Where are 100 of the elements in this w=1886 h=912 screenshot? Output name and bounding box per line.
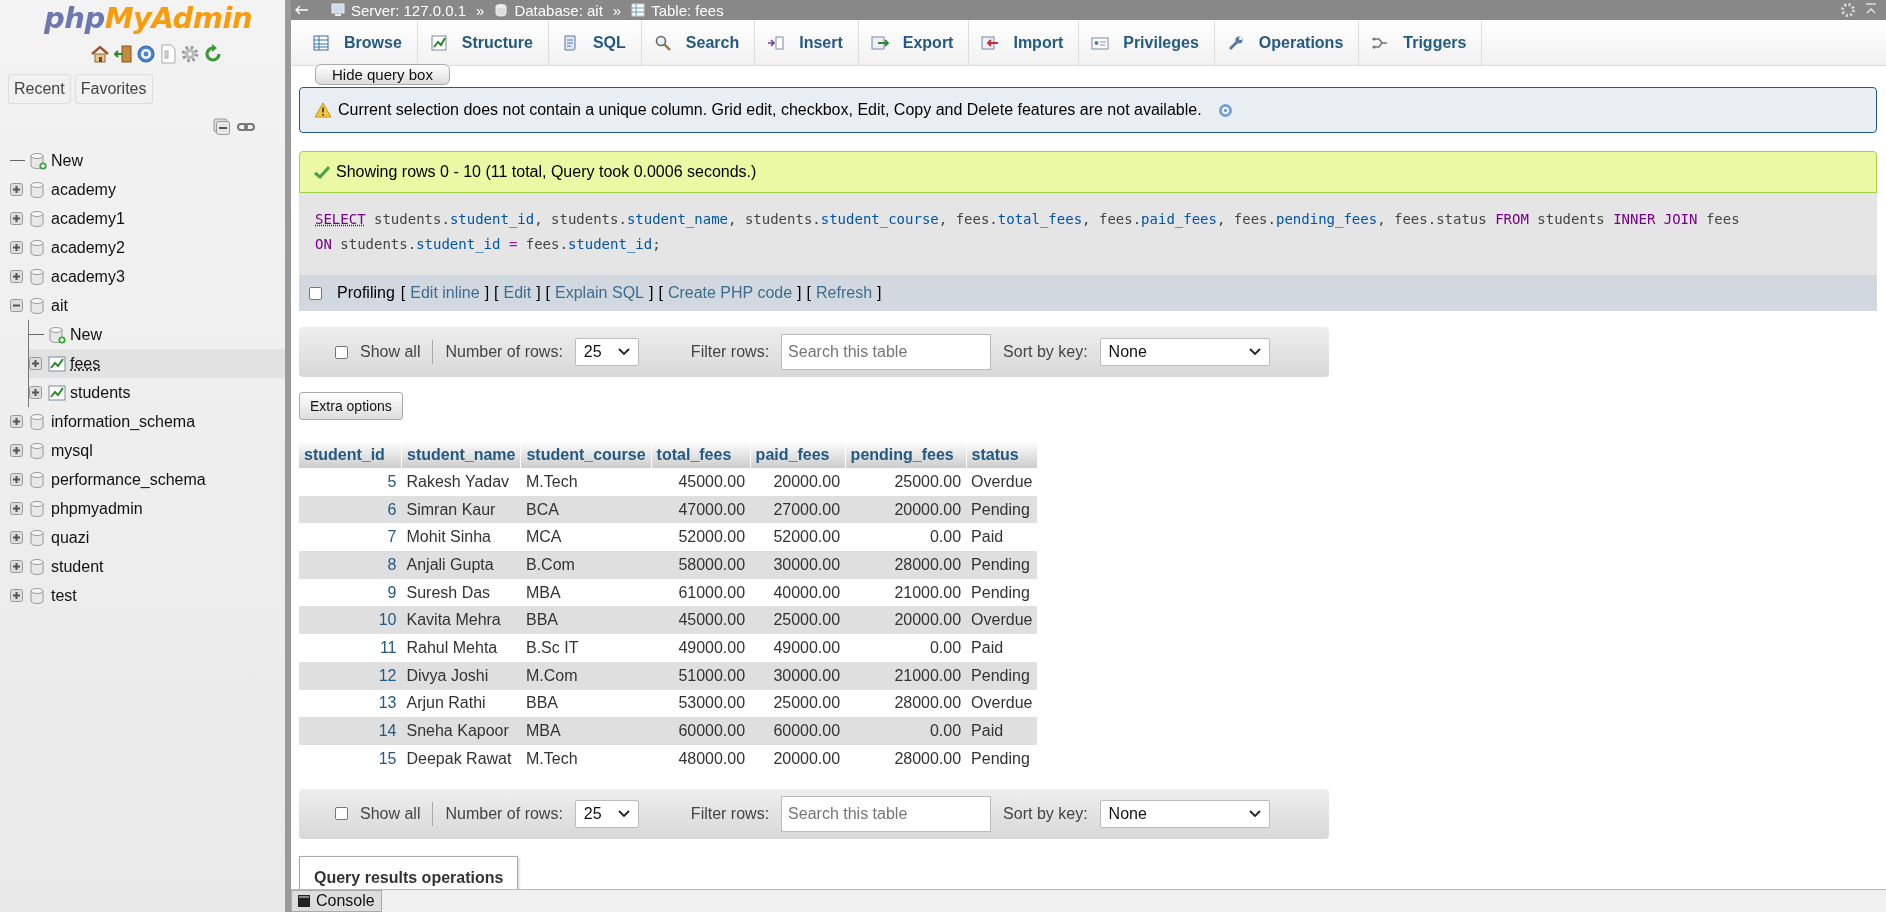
tree-item-label[interactable]: academy3 — [51, 267, 125, 286]
collapse-all-icon[interactable] — [213, 118, 231, 136]
tree-item[interactable]: test — [10, 581, 285, 610]
profiling-link[interactable]: Explain SQL — [555, 284, 644, 302]
show-all-label[interactable]: Show all — [360, 804, 421, 823]
expand-icon[interactable] — [10, 560, 25, 573]
tree-item-label[interactable]: test — [51, 586, 77, 605]
bracket: ] — [484, 284, 490, 302]
sidebar-tab[interactable]: Favorites — [74, 74, 153, 104]
column-header[interactable]: paid_fees — [750, 441, 846, 468]
tab[interactable]: Operations — [1214, 20, 1360, 65]
tree-item[interactable]: academy — [10, 175, 285, 204]
help-icon[interactable] — [136, 44, 156, 64]
column-header[interactable]: total_fees — [651, 441, 751, 468]
sort-select[interactable]: None — [1099, 338, 1270, 366]
tree-item[interactable]: quazi — [10, 523, 285, 552]
collapse-icon[interactable] — [10, 299, 25, 312]
link-icon[interactable] — [237, 121, 255, 133]
breadcrumb-link[interactable]: Table: fees — [651, 1, 724, 19]
tree-item-label[interactable]: New — [51, 151, 83, 170]
tree-item-label[interactable]: mysql — [51, 441, 93, 460]
expand-icon[interactable] — [10, 415, 25, 428]
filter-field[interactable]: Search this table — [781, 795, 992, 832]
hide-query-button[interactable]: Hide query box — [315, 64, 450, 85]
tree-item-label[interactable]: students — [70, 383, 131, 402]
expand-icon[interactable] — [29, 357, 44, 370]
tree-item-label[interactable]: academy1 — [51, 209, 125, 228]
tree-item-label[interactable]: fees — [70, 354, 101, 373]
tree-item[interactable]: New — [10, 146, 285, 175]
tree-item[interactable]: academy1 — [10, 204, 285, 233]
expand-icon[interactable] — [10, 473, 25, 486]
profiling-link[interactable]: Refresh — [816, 284, 873, 302]
sidebar-tab[interactable]: Recent — [8, 74, 71, 104]
tree-item-label[interactable]: information_schema — [51, 412, 196, 431]
column-header[interactable]: status — [966, 441, 1038, 468]
sort-select[interactable]: None — [1099, 799, 1270, 828]
tree-item[interactable]: mysql — [10, 436, 285, 465]
settings-icon[interactable] — [180, 44, 200, 64]
tree-item[interactable]: students — [29, 378, 285, 407]
tree-item-label[interactable]: academy2 — [51, 238, 125, 257]
tab[interactable]: Export — [858, 20, 970, 65]
tab[interactable]: Import — [969, 20, 1080, 65]
tree-item[interactable]: information_schema — [10, 407, 285, 436]
tree-item[interactable]: academy3 — [10, 262, 285, 291]
rows-select[interactable]: 25 — [574, 338, 639, 366]
tree-item-label[interactable]: ait — [51, 296, 68, 315]
tree-item[interactable]: ait — [10, 291, 285, 320]
rows-select[interactable]: 25 — [574, 799, 639, 828]
tree-item[interactable]: academy2 — [10, 233, 285, 262]
table-cell: 49000.00 — [750, 634, 846, 662]
exit-door-icon[interactable] — [113, 44, 133, 64]
tree-item-label[interactable]: academy — [51, 180, 116, 199]
tree-item-label[interactable]: phpmyadmin — [51, 499, 143, 518]
show-all-checkbox[interactable] — [335, 345, 348, 359]
expand-icon[interactable] — [10, 270, 25, 283]
expand-icon[interactable] — [10, 212, 25, 225]
expand-icon[interactable] — [10, 531, 25, 544]
home-icon[interactable] — [90, 44, 110, 64]
column-header[interactable]: pending_fees — [845, 441, 967, 468]
tab[interactable]: Insert — [755, 20, 859, 65]
database-icon — [29, 586, 47, 605]
profiling-link[interactable]: Edit — [503, 284, 532, 302]
column-header[interactable]: student_id — [299, 441, 402, 468]
tab[interactable]: SQL — [548, 20, 642, 65]
tree-item-label[interactable]: New — [70, 325, 102, 344]
profiling-link[interactable]: Create PHP code — [667, 284, 793, 302]
tree-item-label[interactable]: performance_schema — [51, 470, 206, 489]
tab[interactable]: Privileges — [1079, 20, 1215, 65]
tree-item-label[interactable]: student — [51, 557, 104, 576]
tree-item-label[interactable]: quazi — [51, 528, 90, 547]
reload-icon[interactable] — [203, 44, 223, 64]
console-button[interactable]: Console — [291, 890, 382, 912]
show-all-checkbox[interactable] — [335, 807, 348, 821]
extra-options-button[interactable]: Extra options — [299, 392, 403, 420]
tree-item[interactable]: New — [29, 320, 285, 349]
expand-icon[interactable] — [10, 444, 25, 457]
profiling-label[interactable]: Profiling — [337, 284, 395, 302]
breadcrumb-link[interactable]: Server: 127.0.0.1 — [351, 1, 467, 19]
logo[interactable]: phpMyAdmin — [0, 0, 285, 36]
tree-item[interactable]: phpmyadmin — [10, 494, 285, 523]
search-icon — [653, 33, 672, 52]
breadcrumb-link[interactable]: Database: ait — [514, 1, 603, 19]
column-header[interactable]: student_name — [401, 441, 521, 468]
tree-item[interactable]: fees — [29, 349, 285, 378]
expand-icon[interactable] — [10, 183, 25, 196]
expand-icon[interactable] — [10, 241, 25, 254]
tree-item[interactable]: performance_schema — [10, 465, 285, 494]
tab[interactable]: Search — [641, 20, 756, 65]
expand-icon[interactable] — [29, 386, 44, 399]
back-arrow-icon[interactable] — [295, 5, 309, 15]
profiling-checkbox[interactable] — [309, 286, 322, 300]
tree-item[interactable]: student — [10, 552, 285, 581]
expand-icon[interactable] — [10, 502, 25, 515]
column-header[interactable]: student_course — [520, 441, 652, 468]
table-cell: 27000.00 — [750, 495, 846, 524]
filter-field[interactable]: Search this table — [781, 334, 992, 370]
expand-icon[interactable] — [10, 589, 25, 602]
tab[interactable]: Triggers — [1359, 20, 1483, 65]
profiling-link[interactable]: Edit inline — [410, 284, 480, 302]
show-all-label[interactable]: Show all — [360, 343, 421, 361]
